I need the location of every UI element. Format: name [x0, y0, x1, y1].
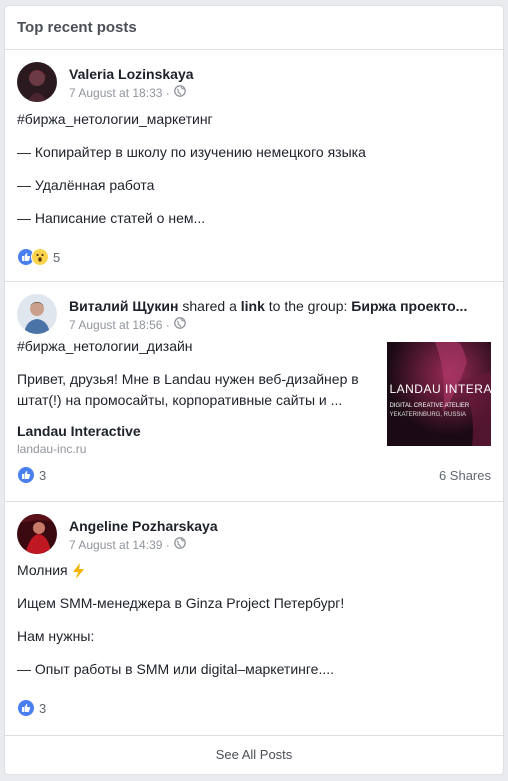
avatar[interactable] — [17, 514, 57, 554]
reaction-count[interactable]: 3 — [39, 701, 46, 716]
lightning-icon — [72, 562, 86, 579]
post-line: Ищем SMM-менеджера в Ginza Project Петер… — [17, 595, 345, 611]
thumbnail-title: LANDAU INTERACT — [389, 382, 491, 396]
reactions-summary[interactable]: 3 — [17, 466, 46, 484]
author-name[interactable]: Angeline Pozharskaya — [69, 518, 218, 534]
share-text: shared a — [178, 298, 241, 314]
post-hashtag[interactable]: #биржа_нетологии_маркетинг — [17, 110, 491, 129]
link-thumbnail[interactable]: LANDAU INTERACT DIGITAL CREATIVE ATELIER… — [387, 342, 491, 446]
see-all-posts-link[interactable]: See All Posts — [5, 736, 503, 773]
shared-link[interactable]: link — [241, 298, 265, 314]
globe-icon — [173, 317, 186, 332]
link-preview[interactable]: Landau Interactive landau-inc.ru — [17, 423, 377, 456]
link-domain: landau-inc.ru — [17, 442, 87, 456]
avatar[interactable] — [17, 294, 57, 334]
thumbnail-subtitle: DIGITAL CREATIVE ATELIER — [389, 403, 470, 409]
post-line: Молния — [17, 562, 68, 578]
reactions-bar[interactable]: 5 — [17, 248, 491, 266]
reaction-count[interactable]: 3 — [39, 468, 46, 483]
post-valeria: Valeria Lozinskaya 7 August at 18:33 · #… — [5, 50, 503, 282]
post-line: — Копирайтер в школу по изучению немецко… — [17, 144, 366, 160]
post-date[interactable]: 7 August at 18:33 · — [69, 86, 170, 100]
post-line: — Написание статей о нем... — [17, 210, 206, 226]
reaction-count[interactable]: 5 — [53, 250, 60, 265]
author-name[interactable]: Виталий Щукин — [69, 298, 178, 314]
like-icon — [17, 699, 35, 717]
globe-icon — [173, 85, 186, 100]
avatar[interactable] — [17, 62, 57, 102]
wow-icon — [31, 248, 49, 266]
top-recent-posts-card: Top recent posts Valeria Lozinskaya 7 Au… — [4, 5, 504, 775]
post-vitaliy: Виталий Щукин shared a link to the group… — [5, 282, 503, 502]
link-title[interactable]: Landau Interactive — [17, 423, 377, 439]
reactions-bar: 3 6 Shares — [17, 466, 491, 484]
thumbnail-subtitle: YEKATERINBURG, RUSSIA — [389, 412, 467, 418]
globe-icon — [173, 537, 186, 552]
like-icon — [17, 466, 35, 484]
post-line: — Удалённая работа — [17, 177, 155, 193]
post-text: Привет, друзья! Мне в Landau нужен веб-д… — [17, 371, 359, 408]
share-text: to the group: — [264, 298, 352, 314]
post-line: — Опыт работы в SMM или digital–маркетин… — [17, 661, 335, 677]
author-name[interactable]: Valeria Lozinskaya — [69, 66, 194, 82]
card-title: Top recent posts — [5, 6, 503, 50]
post-hashtag[interactable]: #биржа_нетологии_дизайн — [17, 337, 377, 356]
shares-count[interactable]: 6 Shares — [439, 468, 491, 483]
post-angeline: Angeline Pozharskaya 7 August at 14:39 ·… — [5, 502, 503, 736]
reactions-bar[interactable]: 3 — [17, 699, 491, 717]
group-name[interactable]: Биржа проекто... — [351, 298, 467, 314]
post-line: Нам нужны: — [17, 628, 95, 644]
post-date[interactable]: 7 August at 18:56 · — [69, 318, 170, 332]
post-date[interactable]: 7 August at 14:39 · — [69, 538, 170, 552]
